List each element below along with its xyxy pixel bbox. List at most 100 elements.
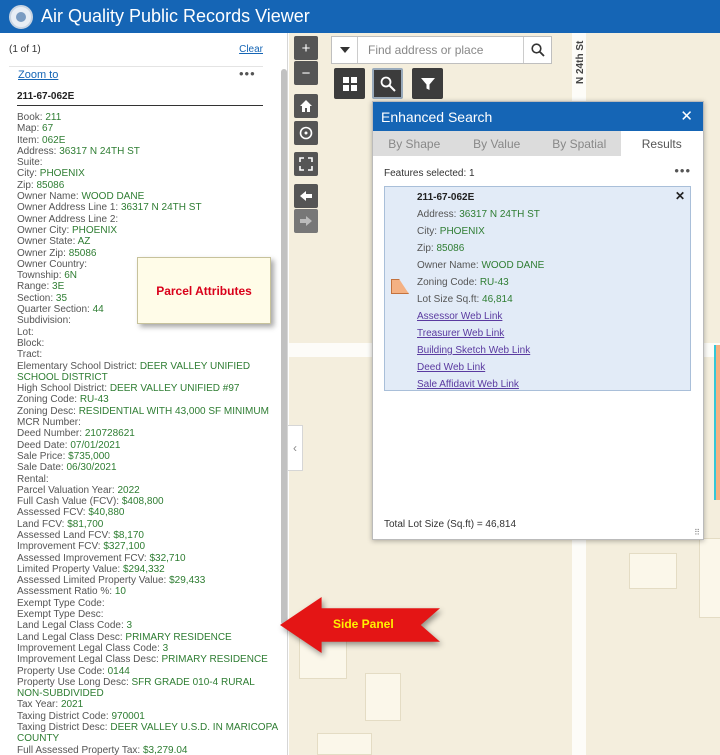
search-input[interactable] xyxy=(358,37,518,63)
attribute-label: Property Use Long Desc: xyxy=(17,676,129,688)
attribute-label: Assessed FCV: xyxy=(17,507,86,519)
attribute-value: 3E xyxy=(52,281,65,293)
tab-by-spatial[interactable]: By Spatial xyxy=(538,131,621,156)
attribute-label: Range: xyxy=(17,281,50,293)
attribute-value: $8,170 xyxy=(113,529,144,541)
attribute-label: City: xyxy=(17,168,37,180)
attribute-label: Section: xyxy=(17,292,54,304)
attribute-label: Taxing District Code: xyxy=(17,710,109,722)
attribute-label: Owner State: xyxy=(17,236,76,248)
attribute-label: Address: xyxy=(17,145,57,157)
clear-link[interactable]: Clear xyxy=(239,44,263,55)
tab-results[interactable]: Results xyxy=(620,131,703,156)
search-icon xyxy=(530,43,545,57)
attribute-row: High School District: DEER VALLEY UNIFIE… xyxy=(17,383,279,394)
result-card[interactable]: ✕ 211-67-062E Address: 36317 N 24TH ST Ci… xyxy=(384,186,691,391)
attribute-label: Owner City: xyxy=(17,224,70,236)
attribute-row: Zoning Code: RU-43 xyxy=(17,394,279,405)
tab-by-value[interactable]: By Value xyxy=(456,131,539,156)
attribute-value: 07/01/2021 xyxy=(70,439,121,451)
attribute-label: Land Legal Class Desc: xyxy=(17,631,123,643)
feature-count: (1 of 1) xyxy=(9,44,41,55)
attribute-row: Assessed Land FCV: $8,170 xyxy=(17,530,279,541)
attribute-value: 85086 xyxy=(36,179,65,191)
result-field-value: WOOD DANE xyxy=(481,260,545,271)
filter-button[interactable] xyxy=(412,68,443,99)
search-icon xyxy=(380,76,396,92)
attribute-label: Property Use Code: xyxy=(17,665,105,677)
attribute-label: Block: xyxy=(17,337,45,349)
attribute-value: PRIMARY RESIDENCE xyxy=(125,631,232,643)
tab-by-shape[interactable]: By Shape xyxy=(373,131,456,156)
previous-extent-button[interactable] xyxy=(294,184,318,208)
attribute-value: WOOD DANE xyxy=(81,191,145,203)
attribute-value: $294,332 xyxy=(122,563,165,575)
result-link[interactable]: Treasurer Web Link xyxy=(417,325,682,342)
attribute-label: Exempt Type Desc: xyxy=(17,609,104,621)
side-panel-callout-label: Side Panel xyxy=(333,617,394,631)
attribute-row: City: PHOENIX xyxy=(17,168,279,179)
seal-logo-icon xyxy=(9,4,33,29)
fullscreen-button[interactable] xyxy=(294,152,318,176)
attribute-value: 36317 N 24TH ST xyxy=(120,202,202,214)
attribute-value: PRIMARY RESIDENCE xyxy=(161,654,268,666)
result-link[interactable]: Sale Affidavit Web Link xyxy=(417,376,682,393)
attribute-label: Suite: xyxy=(17,157,43,169)
attribute-row: Address: 36317 N 24TH ST xyxy=(17,146,279,157)
attribute-label: Land Legal Class Code: xyxy=(17,620,124,632)
home-button[interactable] xyxy=(294,94,318,118)
result-fields: Address: 36317 N 24TH ST City: PHOENIX Zip… xyxy=(417,206,682,308)
attribute-row: Limited Property Value: $294,332 xyxy=(17,564,279,575)
result-field-value: RU-43 xyxy=(479,277,509,288)
result-link[interactable]: Building Sketch Web Link xyxy=(417,342,682,359)
close-icon[interactable]: ✕ xyxy=(680,107,693,125)
attribute-row: Item: 062E xyxy=(17,135,279,146)
tab-bar: By Shape By Value By Spatial Results xyxy=(373,131,703,156)
map-building xyxy=(699,538,720,618)
attribute-row: Sale Date: 06/30/2021 xyxy=(17,462,279,473)
attribute-label: Owner Address Line 1: xyxy=(17,202,119,214)
more-options-icon[interactable]: ••• xyxy=(674,163,691,178)
attribute-value: 3 xyxy=(126,620,133,632)
attribute-value: AZ xyxy=(77,236,91,248)
result-field-value: 85086 xyxy=(436,243,465,254)
attribute-value: 211 xyxy=(45,112,62,123)
attribute-label: Zip: xyxy=(17,179,34,191)
attribute-row: Lot: xyxy=(17,327,279,338)
panel-scrollbar[interactable] xyxy=(281,69,287,625)
collapse-panel-icon[interactable]: ‹ xyxy=(288,425,303,471)
panel-title: Enhanced Search xyxy=(381,108,493,125)
attribute-label: Item: xyxy=(17,134,40,146)
next-extent-button[interactable] xyxy=(294,209,318,233)
home-icon xyxy=(300,100,312,112)
result-field: Lot Size Sq.ft: 46,814 xyxy=(417,291,682,308)
attribute-row: Taxing District Desc: DEER VALLEY U.S.D.… xyxy=(17,722,279,745)
attribute-row: Zip: 85086 xyxy=(17,180,279,191)
locate-button[interactable] xyxy=(294,121,318,145)
result-field: City: PHOENIX xyxy=(417,223,682,240)
zoom-in-button[interactable]: + xyxy=(294,36,318,60)
enhanced-search-button[interactable] xyxy=(372,68,403,99)
result-link[interactable]: Deed Web Link xyxy=(417,359,682,376)
attribute-row: Full Assessed Property Tax: $3,279.04 xyxy=(17,745,279,755)
result-field-label: Lot Size Sq.ft: xyxy=(417,294,480,305)
zoom-to-link[interactable]: Zoom to xyxy=(18,69,58,81)
attribute-row: Book: 211 xyxy=(17,112,279,123)
attribute-value: 210728621 xyxy=(84,428,135,440)
basemap-gallery-button[interactable] xyxy=(334,68,365,99)
parcel-highlight xyxy=(714,345,720,500)
search-button[interactable] xyxy=(523,37,551,63)
zoom-out-button[interactable]: − xyxy=(294,61,318,85)
attribute-row: Deed Number: 210728621 xyxy=(17,428,279,439)
attribute-value: 85086 xyxy=(68,247,97,259)
result-link[interactable]: Assessor Web Link xyxy=(417,308,682,325)
attribute-label: Assessed Land FCV: xyxy=(17,529,111,541)
attribute-label: Owner Zip: xyxy=(17,247,66,259)
attribute-label: Improvement Legal Class Desc: xyxy=(17,654,159,666)
search-source-dropdown[interactable] xyxy=(332,37,358,63)
attribute-row: Improvement Legal Class Desc: PRIMARY RE… xyxy=(17,654,279,665)
resize-handle-icon[interactable]: ⠿ xyxy=(694,528,700,537)
chevron-down-icon xyxy=(339,47,350,53)
attribute-label: Rental: xyxy=(17,473,49,485)
more-options-icon[interactable]: ••• xyxy=(239,66,256,81)
